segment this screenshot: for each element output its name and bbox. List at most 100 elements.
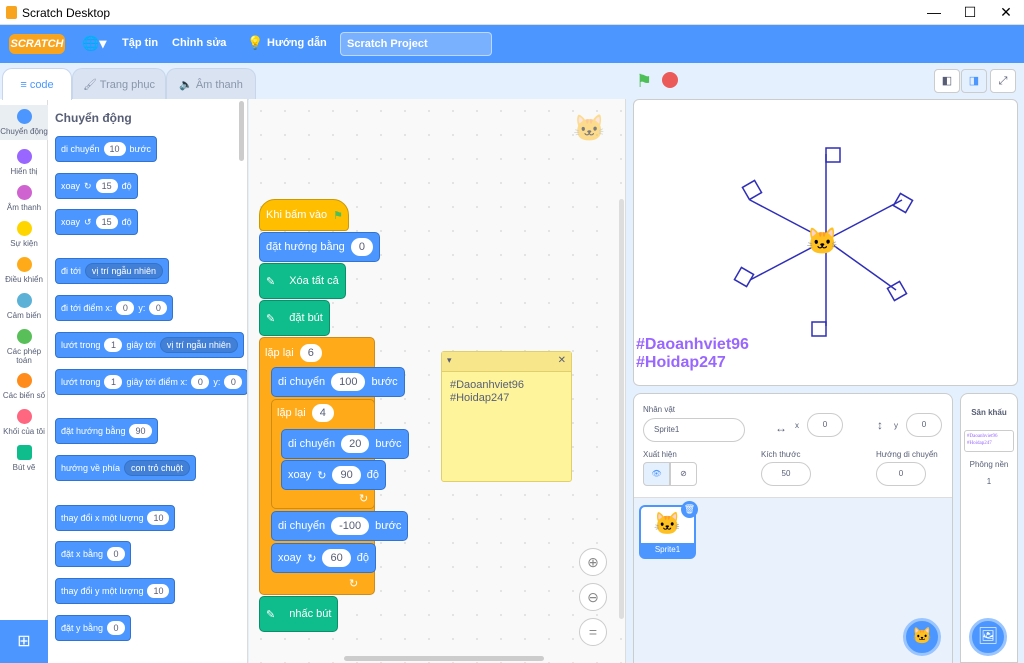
code-workspace[interactable]: 🐱 Khi bấm vào ⚑ đặt hướng bằng 0 ✎ Xóa tất … bbox=[249, 99, 626, 663]
category-sound[interactable]: Âm thanh bbox=[0, 185, 48, 212]
turn-right-block[interactable]: xoay ↻ 60 độ bbox=[271, 543, 376, 573]
menu-file[interactable]: Tập tin bbox=[122, 37, 158, 49]
choose-sprite-button[interactable]: 🐱 bbox=[903, 618, 941, 656]
normal-stage-button[interactable]: ◨ bbox=[961, 69, 987, 93]
tab-sounds[interactable]: 🔈 Âm thanh bbox=[166, 68, 256, 100]
category-dot bbox=[16, 293, 32, 308]
hide-button-eye-slash-icon[interactable]: ⊘ bbox=[670, 462, 697, 486]
palette-block-change-y[interactable]: thay đổi y một lượng 10 bbox=[55, 578, 176, 604]
category-dot bbox=[16, 185, 32, 200]
zoom-reset-button[interactable]: = bbox=[579, 618, 607, 646]
move-block[interactable]: di chuyển 100 bước bbox=[271, 367, 405, 397]
zoom-out-button[interactable]: ⊖ bbox=[579, 583, 607, 611]
chevron-down-icon[interactable]: ▾ bbox=[447, 355, 452, 366]
category-control[interactable]: Điều khiển bbox=[0, 257, 48, 284]
category-motion[interactable]: Chuyển động bbox=[0, 105, 48, 140]
set-direction-block[interactable]: đặt hướng bằng 0 bbox=[259, 232, 380, 262]
show-button-eye-icon[interactable]: 👁 bbox=[643, 462, 670, 486]
pen-down-block[interactable]: ✎ đặt bút bbox=[259, 300, 330, 336]
category-menu: Chuyển động Hiển thị Âm thanh Sự kiện Đi… bbox=[0, 99, 48, 663]
rotate-right-icon: ↻ bbox=[84, 180, 92, 191]
palette-block-set-x[interactable]: đặt x bằng 0 bbox=[55, 541, 132, 567]
move-block-inner[interactable]: di chuyển 20 bước bbox=[281, 429, 409, 459]
palette-block-point-direction[interactable]: đặt hướng bằng 90 bbox=[55, 418, 158, 444]
palette-block-set-y[interactable]: đặt y bằng 0 bbox=[55, 615, 132, 641]
palette-block-turn-right[interactable]: xoay ↻ 15 độ bbox=[55, 173, 138, 199]
close-button[interactable]: ✕ bbox=[988, 0, 1024, 25]
workspace-scrollbar[interactable] bbox=[344, 656, 544, 661]
category-variables[interactable]: Các biến số bbox=[0, 373, 48, 400]
comment-note[interactable]: ▾ ✕ #Daoanhviet96 #Hoidap247 bbox=[441, 351, 572, 482]
comment-header[interactable]: ▾ ✕ bbox=[442, 352, 571, 372]
palette-block-goto-xy[interactable]: đi tới điểm x: 0 y: 0 bbox=[55, 295, 174, 321]
y-input[interactable]: 0 bbox=[906, 413, 942, 437]
add-extension-button[interactable]: ⊞ bbox=[0, 620, 48, 663]
globe-icon[interactable]: 🌐▾ bbox=[82, 35, 106, 52]
category-pen[interactable]: Bút vẽ bbox=[0, 445, 48, 472]
small-stage-button[interactable]: ◧ bbox=[934, 69, 960, 93]
pen-icon: ✎ bbox=[266, 608, 276, 621]
rotate-left-icon: ↺ bbox=[84, 216, 92, 227]
stop-icon[interactable] bbox=[662, 72, 678, 88]
stage-label: Sân khấu bbox=[971, 408, 1007, 417]
y-label: y bbox=[894, 421, 898, 430]
scratch-logo[interactable]: SCRATCH bbox=[9, 34, 65, 54]
palette-scrollbar[interactable] bbox=[239, 101, 244, 161]
trash-icon[interactable]: 🗑 bbox=[681, 501, 698, 518]
sprite-name-input[interactable]: Sprite1 bbox=[643, 418, 745, 442]
palette-block-move[interactable]: di chuyển 10 bước bbox=[55, 136, 157, 162]
tab-costumes[interactable]: 🖌 Trang phục bbox=[72, 68, 166, 100]
menu-tutorials[interactable]: Hướng dẫn bbox=[267, 37, 327, 49]
lightbulb-icon: 💡 bbox=[247, 35, 264, 50]
pen-icon: ✎ bbox=[266, 312, 276, 325]
palette-block-goto[interactable]: đi tới vị trí ngẫu nhiên bbox=[55, 258, 169, 284]
category-my-blocks[interactable]: Khối của tôi bbox=[0, 409, 48, 436]
category-dot bbox=[16, 257, 32, 272]
rotate-right-icon: ↻ bbox=[307, 552, 317, 565]
backdrops-count: 1 bbox=[986, 477, 992, 486]
palette-block-glide[interactable]: lướt trong 1 giây tới vị trí ngẫu nhiên bbox=[55, 332, 244, 358]
repeat-header: lặp lại 6 bbox=[259, 339, 328, 367]
window-title-bar: Scratch Desktop — ☐ ✕ bbox=[0, 0, 1024, 25]
stage[interactable]: 🐱 #Daoanhviet96 #Hoidap247 bbox=[633, 99, 1018, 386]
menu-bar: SCRATCH 🌐▾ Tập tin Chỉnh sửa 💡 Hướng dẫn… bbox=[0, 25, 1024, 63]
clear-block[interactable]: ✎ Xóa tất cả bbox=[259, 263, 346, 299]
fullscreen-button[interactable]: ⤢ bbox=[990, 69, 1016, 93]
comment-line: #Hoidap247 bbox=[450, 392, 510, 404]
minimize-button[interactable]: — bbox=[916, 0, 952, 25]
pen-icon: ✎ bbox=[266, 275, 276, 288]
window-title: Scratch Desktop bbox=[22, 6, 111, 20]
green-flag-icon[interactable]: ⚑ bbox=[636, 71, 652, 92]
category-looks[interactable]: Hiển thị bbox=[0, 149, 48, 176]
move-block-back[interactable]: di chuyển -100 bước bbox=[271, 511, 409, 541]
x-input[interactable]: 0 bbox=[807, 413, 843, 437]
palette-block-glide-xy[interactable]: lướt trong 1 giây tới điểm x: 0 y: 0 bbox=[55, 369, 247, 395]
category-operators[interactable]: Các phép toán bbox=[0, 329, 48, 365]
turn-right-block-inner[interactable]: xoay ↻ 90 độ bbox=[281, 460, 386, 490]
direction-input[interactable]: 0 bbox=[876, 462, 926, 486]
pen-up-block[interactable]: ✎ nhấc bút bbox=[259, 596, 339, 632]
palette-block-change-x[interactable]: thay đổi x một lượng 10 bbox=[55, 505, 176, 531]
menu-edit[interactable]: Chỉnh sửa bbox=[172, 37, 226, 49]
choose-backdrop-button[interactable]: 🖼 bbox=[969, 618, 1007, 656]
workspace-scrollbar-vertical[interactable] bbox=[619, 199, 624, 619]
size-input[interactable]: 50 bbox=[761, 462, 811, 486]
sprite-cat[interactable]: 🐱 bbox=[806, 226, 838, 257]
backdrop-thumbnail[interactable]: #Daoanhviet96 #Hoidap247 bbox=[964, 430, 1014, 452]
tab-code[interactable]: ≡ code bbox=[2, 68, 72, 100]
comment-line: #Daoanhviet96 bbox=[450, 379, 525, 391]
sprite-icon: 🐱 bbox=[573, 113, 606, 143]
palette-block-point-towards[interactable]: hướng về phía con trỏ chuột bbox=[55, 455, 196, 481]
close-icon[interactable]: ✕ bbox=[558, 355, 566, 366]
category-sensing[interactable]: Cảm biến bbox=[0, 293, 48, 320]
maximize-button[interactable]: ☐ bbox=[952, 0, 988, 25]
project-name-input[interactable]: Scratch Project bbox=[340, 32, 492, 56]
green-flag-icon: ⚑ bbox=[333, 209, 344, 222]
rotate-right-icon: ↻ bbox=[317, 469, 327, 482]
pen-icon bbox=[16, 445, 32, 460]
loop-arrow-icon: ↻ bbox=[349, 578, 359, 590]
palette-block-turn-left[interactable]: xoay ↺ 15 độ bbox=[55, 209, 138, 235]
category-events[interactable]: Sự kiện bbox=[0, 221, 48, 248]
when-flag-clicked-block[interactable]: Khi bấm vào ⚑ bbox=[259, 199, 349, 231]
zoom-in-button[interactable]: ⊕ bbox=[579, 548, 607, 576]
